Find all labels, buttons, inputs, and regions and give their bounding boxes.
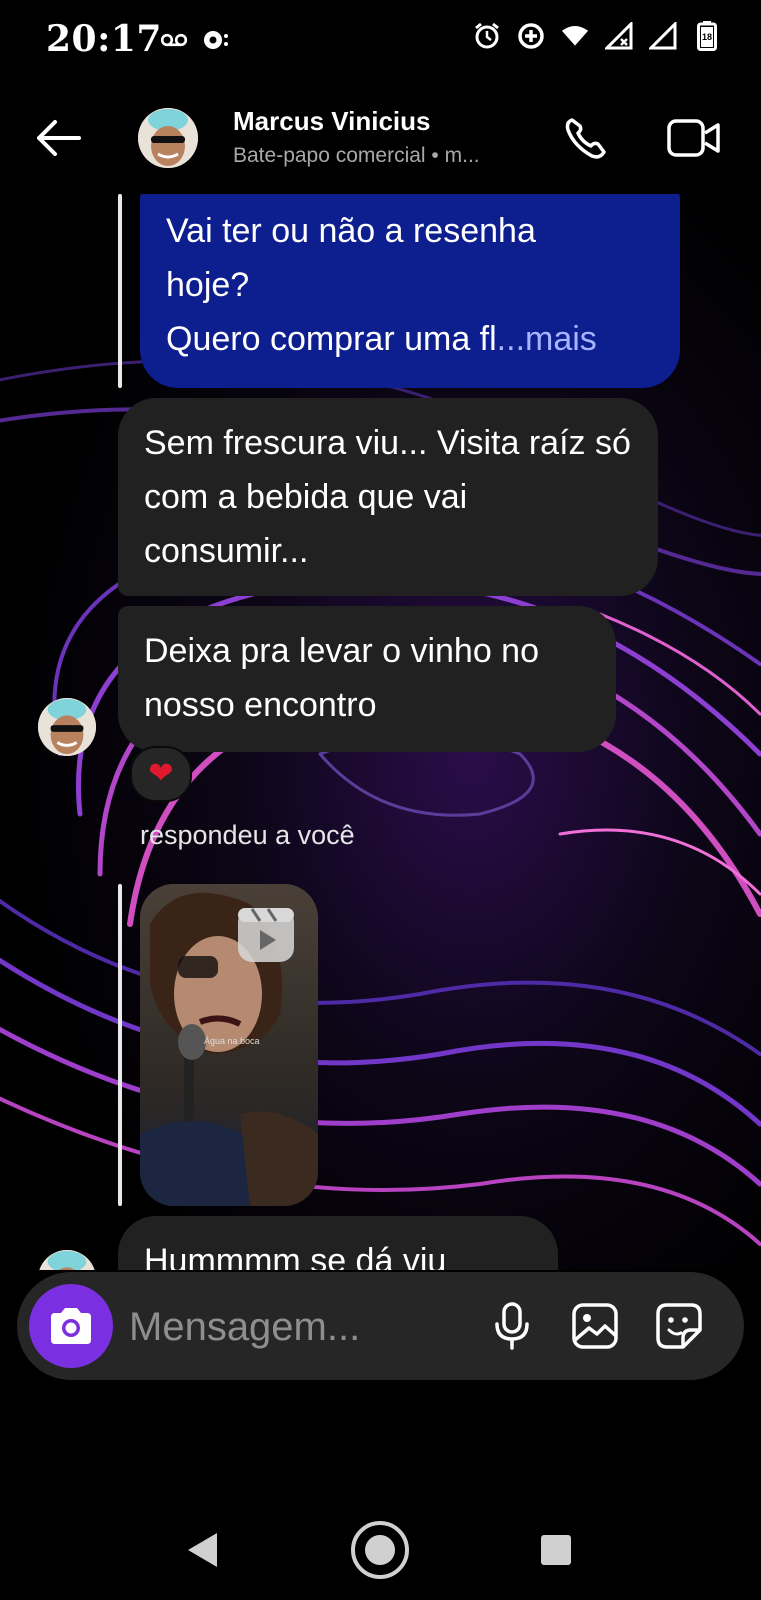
signal-no-service-icon — [605, 22, 633, 50]
sticker-icon — [656, 1303, 702, 1349]
reels-icon — [236, 906, 296, 964]
nav-back-button[interactable] — [180, 1528, 224, 1572]
voice-message-button[interactable] — [484, 1298, 540, 1354]
chat-header: Marcus Vinicius Bate-papo comercial • m.… — [0, 82, 761, 194]
image-icon — [572, 1303, 618, 1349]
wifi-icon — [561, 22, 589, 50]
battery-level: 18 — [701, 32, 712, 42]
camera-icon — [51, 1308, 91, 1344]
phone-icon — [565, 118, 606, 159]
microphone-icon — [495, 1302, 529, 1350]
alarm-icon — [473, 22, 501, 50]
video-camera-icon — [667, 119, 720, 157]
status-time: 20:17 — [46, 18, 162, 60]
gallery-button[interactable] — [567, 1298, 623, 1354]
status-bar: 20:17 18 — [0, 0, 761, 82]
voice-call-button[interactable] — [558, 110, 614, 166]
message-text-line: hoje? — [166, 266, 250, 304]
message-list[interactable]: Vai ter ou não a resenha hoje? Quero com… — [0, 194, 761, 1270]
battery-icon: 18 — [693, 21, 721, 51]
reply-thread-line — [118, 884, 122, 1206]
arrow-left-icon — [37, 120, 81, 156]
reaction-badge[interactable]: ❤ — [130, 746, 192, 802]
outgoing-message[interactable]: Vai ter ou não a resenha hoje? Quero com… — [140, 194, 680, 388]
video-call-button[interactable] — [662, 110, 726, 166]
contact-name[interactable]: Marcus Vinicius — [233, 106, 431, 137]
notification-icon — [202, 26, 230, 54]
home-circle-icon — [351, 1521, 409, 1579]
heart-icon: ❤ — [148, 757, 174, 790]
camera-button[interactable] — [29, 1284, 113, 1368]
reel-preview[interactable]: Água na boca — [140, 884, 318, 1206]
reply-thread-line — [118, 194, 122, 388]
signal-icon — [649, 22, 677, 50]
voicemail-icon — [160, 26, 188, 54]
system-nav-bar — [0, 1500, 761, 1600]
composer-area — [0, 1270, 761, 1500]
back-button[interactable] — [30, 112, 86, 164]
sender-avatar[interactable] — [38, 698, 96, 756]
message-composer — [17, 1272, 744, 1380]
data-saver-icon — [517, 22, 545, 50]
incoming-message[interactable]: Hummmm se dá viu — [118, 1216, 558, 1270]
incoming-message[interactable]: Sem frescura viu... Visita raíz só com a… — [118, 398, 658, 596]
incoming-message[interactable]: Deixa pra levar o vinho no nosso encontr… — [118, 606, 616, 752]
triangle-back-icon — [188, 1533, 217, 1567]
message-text-line: Quero comprar uma fl — [166, 320, 497, 358]
nav-recents-button[interactable] — [536, 1530, 576, 1570]
nav-home-button[interactable] — [350, 1520, 410, 1580]
contact-subtitle: Bate-papo comercial • m... — [233, 144, 480, 167]
square-recents-icon — [541, 1535, 571, 1565]
message-text-line: Vai ter ou não a resenha — [166, 212, 536, 250]
contact-avatar[interactable] — [138, 108, 198, 168]
more-link[interactable]: ...mais — [497, 320, 597, 358]
message-input[interactable] — [127, 1296, 451, 1358]
reel-caption: Água na boca — [204, 1036, 260, 1046]
sticker-button[interactable] — [651, 1298, 707, 1354]
reply-context-label: respondeu a você — [140, 820, 355, 850]
